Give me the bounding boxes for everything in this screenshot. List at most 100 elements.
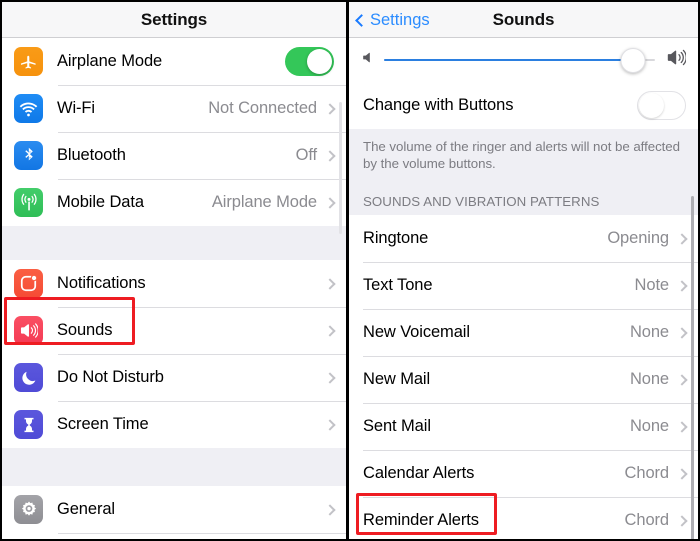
sound-row-value: Note (634, 276, 670, 295)
chevron-right-icon (676, 232, 688, 245)
sidebar-item-value: Off (295, 146, 318, 164)
chevron-right-icon (324, 371, 336, 384)
volume-slider[interactable] (384, 47, 655, 73)
settings-group-alerts: Notifications Sounds Do Not Disturb Scre… (2, 260, 346, 448)
sound-row-ringtone[interactable]: Ringtone Opening (349, 215, 698, 263)
sound-row-value: Chord (624, 464, 670, 483)
group-separator (2, 448, 346, 486)
sidebar-item-sounds[interactable]: Sounds (2, 307, 346, 354)
chevron-right-icon (676, 373, 688, 386)
sound-row-sent-mail[interactable]: Sent Mail None (349, 403, 698, 451)
sounds-scroll-area[interactable]: Change with Buttons The volume of the ri… (349, 38, 698, 539)
sidebar-item-label: Bluetooth (57, 146, 126, 164)
sidebar-item-do-not-disturb[interactable]: Do Not Disturb (2, 354, 346, 401)
sidebar-item-screen-time[interactable]: Screen Time (2, 401, 346, 448)
chevron-right-icon (324, 277, 336, 290)
slider-fill (384, 58, 634, 62)
settings-group-connectivity: Airplane Mode Wi-Fi Not Connected Blueto (2, 38, 346, 226)
group-separator (2, 226, 346, 260)
sound-row-label: New Mail (363, 370, 431, 389)
sidebar-item-label: Do Not Disturb (57, 368, 164, 386)
settings-scroll-area[interactable]: Airplane Mode Wi-Fi Not Connected Blueto (2, 38, 346, 539)
sound-row-label: Ringtone (363, 229, 429, 248)
settings-group-system: General Control Centre (2, 486, 346, 539)
sound-row-label: Calendar Alerts (363, 464, 475, 483)
settings-list-panel: Settings Airplane Mode Wi-Fi Not Connect… (2, 2, 346, 539)
chevron-right-icon (676, 467, 688, 480)
gear-icon (14, 495, 43, 524)
sounds-navbar: Settings Sounds (349, 2, 698, 38)
page-title: Sounds (492, 9, 555, 29)
sidebar-item-general[interactable]: General (2, 486, 346, 533)
wifi-icon (14, 94, 43, 123)
chevron-left-icon (355, 13, 368, 27)
bluetooth-icon (14, 141, 43, 170)
sounds-detail-panel: Settings Sounds Change with Buttons The … (349, 2, 698, 539)
sound-row-value: Opening (607, 229, 669, 248)
sidebar-item-airplane-mode[interactable]: Airplane Mode (2, 38, 346, 85)
sound-row-calendar-alerts[interactable]: Calendar Alerts Chord (349, 450, 698, 498)
sidebar-item-label: Sounds (57, 321, 113, 339)
chevron-right-icon (324, 418, 336, 431)
sound-row-label: Text Tone (363, 276, 433, 295)
sidebar-item-label: Mobile Data (57, 193, 144, 211)
chevron-right-icon (324, 503, 336, 516)
sidebar-item-value: Airplane Mode (211, 193, 317, 211)
sound-row-text-tone[interactable]: Text Tone Note (349, 262, 698, 310)
airplane-icon (14, 47, 43, 76)
sound-row-label: Sent Mail (363, 417, 431, 436)
chevron-right-icon (324, 102, 336, 115)
change-with-buttons-row[interactable]: Change with Buttons (349, 82, 698, 129)
change-with-buttons-toggle[interactable] (637, 91, 686, 120)
toggle-knob (639, 93, 664, 118)
sidebar-item-control-centre[interactable]: Control Centre (2, 533, 346, 539)
moon-icon (14, 363, 43, 392)
hourglass-icon (14, 410, 43, 439)
sound-row-value: None (629, 323, 669, 342)
sound-row-value: None (629, 370, 669, 389)
cellular-icon (14, 188, 43, 217)
sidebar-item-label: Notifications (57, 274, 146, 292)
sound-row-new-mail[interactable]: New Mail None (349, 356, 698, 404)
sidebar-item-mobile-data[interactable]: Mobile Data Airplane Mode (2, 179, 346, 226)
sound-row-label: Reminder Alerts (363, 511, 479, 530)
sidebar-item-notifications[interactable]: Notifications (2, 260, 346, 307)
change-with-buttons-label: Change with Buttons (363, 96, 514, 114)
back-button[interactable]: Settings (355, 2, 430, 38)
chevron-right-icon (324, 196, 336, 209)
sidebar-item-label: Screen Time (57, 415, 149, 433)
sounds-section-header: SOUNDS AND VIBRATION PATTERNS (349, 174, 698, 216)
page-title: Settings (140, 9, 208, 29)
screenshot-root: Settings Airplane Mode Wi-Fi Not Connect… (0, 0, 700, 541)
sounds-list-group: Ringtone Opening Text Tone Note New Voic… (349, 215, 698, 539)
sound-row-new-voicemail[interactable]: New Voicemail None (349, 309, 698, 357)
airplane-mode-toggle[interactable] (285, 47, 334, 76)
toggle-knob (307, 49, 332, 74)
volume-group: Change with Buttons (349, 38, 698, 129)
ringer-volume-row (349, 38, 698, 82)
sound-row-reminder-alerts[interactable]: Reminder Alerts Chord (349, 497, 698, 539)
left-scrollbar[interactable] (339, 102, 342, 234)
sidebar-item-bluetooth[interactable]: Bluetooth Off (2, 132, 346, 179)
notifications-icon (14, 269, 43, 298)
speaker-low-icon (361, 50, 376, 70)
sidebar-item-label: Wi-Fi (57, 99, 95, 117)
sidebar-item-label: Airplane Mode (57, 52, 163, 70)
sidebar-item-value: Not Connected (208, 99, 317, 117)
right-scrollbar[interactable] (691, 196, 694, 539)
chevron-right-icon (324, 324, 336, 337)
back-button-label: Settings (370, 10, 430, 29)
sounds-icon (14, 316, 43, 345)
chevron-right-icon (676, 514, 688, 527)
slider-thumb[interactable] (620, 47, 646, 73)
speaker-high-icon (665, 47, 687, 73)
chevron-right-icon (676, 420, 688, 433)
sound-row-value: None (629, 417, 669, 436)
chevron-right-icon (676, 279, 688, 292)
sidebar-item-wifi[interactable]: Wi-Fi Not Connected (2, 85, 346, 132)
sound-row-label: New Voicemail (363, 323, 470, 342)
chevron-right-icon (676, 326, 688, 339)
settings-navbar: Settings (2, 2, 346, 38)
chevron-right-icon (324, 149, 336, 162)
sound-row-value: Chord (624, 511, 670, 530)
